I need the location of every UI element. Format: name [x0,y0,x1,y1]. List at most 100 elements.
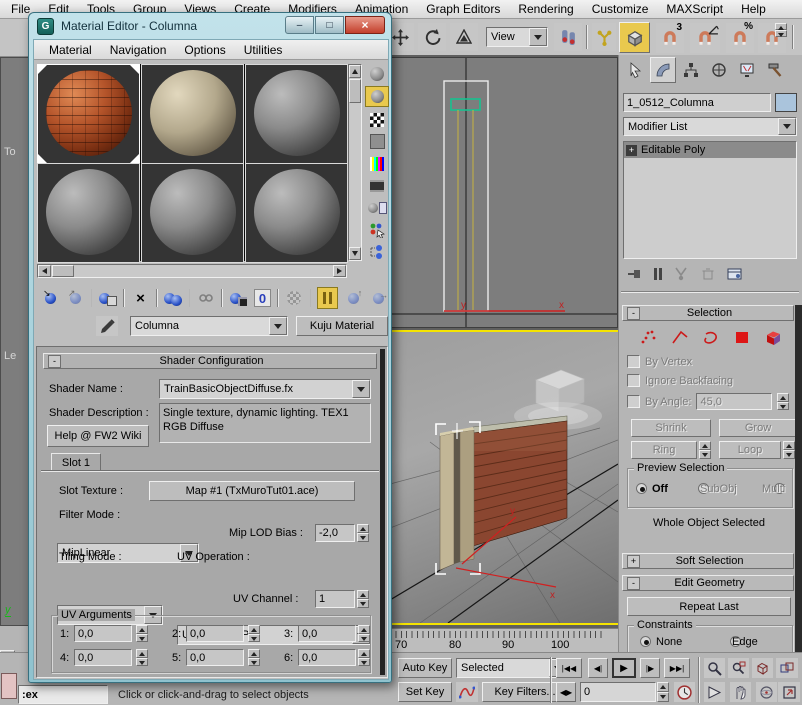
menu-help[interactable]: Help [732,0,775,18]
menu-material[interactable]: Material [40,41,101,59]
select-and-scale-button[interactable] [450,23,478,51]
object-color-swatch[interactable] [775,93,797,112]
key-mode-toggle-button[interactable]: ◀▶ [556,682,576,702]
edge-subobject-icon[interactable] [671,330,689,345]
macro-recorder-field[interactable] [1,673,17,699]
sample-slot-3[interactable] [245,64,348,164]
sample-vscrollbar[interactable] [348,64,362,261]
spinner-snap-toggle-button[interactable] [758,23,786,53]
put-to-library-icon[interactable] [229,288,248,308]
chevron-down-icon[interactable] [269,317,287,335]
polygon-subobject-icon[interactable] [733,330,751,345]
current-frame-field[interactable]: 0 [580,682,656,702]
material-editor-titlebar[interactable]: G Material Editor - Columna – □ × [29,13,391,39]
uv-arg-3-spinner[interactable] [358,625,370,642]
field-of-view-button[interactable] [704,682,725,702]
menu-customize[interactable]: Customize [583,0,658,18]
make-material-copy-icon[interactable] [164,288,183,308]
command-panel-scrollbar[interactable] [795,305,802,655]
edit-geometry-rollout-header[interactable]: - Edit Geometry [622,575,794,591]
stack-item-editable-poly[interactable]: + Editable Poly [624,142,796,158]
make-preview-icon[interactable] [366,176,388,195]
previous-frame-button[interactable]: ◀| [588,658,608,678]
material-name-dropdown[interactable]: Columna [130,316,288,336]
grow-button[interactable]: Grow [719,419,797,437]
border-subobject-icon[interactable] [702,330,720,345]
material-type-button[interactable]: Kuju Material [296,316,388,336]
help-fw2-wiki-button[interactable]: Help @ FW2 Wiki [47,425,149,447]
auto-key-button[interactable]: Auto Key [398,658,452,678]
element-subobject-icon[interactable] [764,330,782,345]
uv-channel-spinner[interactable] [357,590,369,608]
time-configuration-button[interactable] [674,682,695,702]
material-id-channel-icon[interactable]: 0 [254,289,271,307]
close-button[interactable]: × [345,16,385,34]
pin-stack-icon[interactable] [627,267,643,281]
sample-slot-5[interactable] [141,163,244,263]
loop-spinner[interactable] [783,441,795,459]
assign-material-to-selection-icon[interactable] [98,288,117,308]
preview-off-radio[interactable] [636,483,647,494]
viewport-top-view[interactable]: y x [388,57,618,328]
vertex-subobject-icon[interactable] [640,330,658,345]
ring-button[interactable]: Ring [631,441,697,459]
slot-texture-button[interactable]: Map #1 (TxMuroTut01.ace) [149,481,355,501]
angle-snap-toggle-button[interactable] [690,23,720,53]
material-map-navigator-icon[interactable] [366,242,388,261]
pan-button[interactable] [730,682,751,702]
maximize-viewport-toggle-button[interactable] [778,682,800,702]
go-to-end-button[interactable]: ▶▶| [664,658,690,678]
chevron-down-icon[interactable] [352,380,370,398]
uv-arg-4-field[interactable]: 0,0 [74,649,132,666]
get-material-icon[interactable]: ↘ [41,288,60,308]
uv-arg-5-field[interactable]: 0,0 [186,649,244,666]
ring-spinner[interactable] [699,441,711,459]
snaps-toggle-button[interactable] [619,22,650,53]
modifier-stack-list[interactable]: + Editable Poly [623,141,797,259]
shrink-button[interactable]: Shrink [631,419,711,437]
tab-modify[interactable] [650,57,676,83]
params-scrollbar[interactable] [380,349,385,675]
sample-slot-1-active[interactable] [37,64,140,164]
loop-button[interactable]: Loop [719,441,781,459]
go-to-start-button[interactable]: |◀◀ [556,658,582,678]
ignore-backfacing-checkbox[interactable] [627,374,640,387]
zoom-extents-button[interactable] [752,658,773,678]
key-filters-curve-button[interactable] [456,682,478,702]
by-angle-field[interactable]: 45,0 [696,393,772,410]
chevron-down-icon[interactable] [778,118,796,135]
menu-options[interactable]: Options [175,41,234,59]
modifier-list-dropdown[interactable]: Modifier List [623,117,797,136]
named-selection-sets-button[interactable] [554,23,582,51]
mip-lod-bias-field[interactable]: -2,0 [315,524,355,542]
uv-arg-5-spinner[interactable] [248,649,260,666]
vscroll-thumb[interactable] [349,79,361,103]
mip-lod-bias-spinner[interactable] [357,524,369,542]
uv-arg-3-field[interactable]: 0,0 [298,625,356,642]
zoom-button[interactable] [704,658,725,678]
backlight-icon[interactable] [365,86,389,107]
snaps-toggle-3-button[interactable]: 3 [656,23,684,53]
by-angle-spinner[interactable] [777,393,789,410]
go-forward-to-sibling-icon[interactable]: → [369,288,388,308]
constraints-none-radio[interactable] [640,636,651,647]
show-end-result-icon[interactable] [317,287,338,309]
uv-arg-2-spinner[interactable] [248,625,260,642]
tab-hierarchy[interactable] [678,57,704,83]
sample-slot-6[interactable] [245,163,348,263]
maxscript-mini-listener[interactable]: :ex [18,685,108,704]
uv-arg-1-spinner[interactable] [136,625,148,642]
expand-icon[interactable]: + [627,555,640,568]
select-and-manipulate-button[interactable] [592,23,616,51]
menu-maxscript[interactable]: MAXScript [657,0,732,18]
collapse-icon[interactable]: - [627,307,640,320]
repeat-last-button[interactable]: Repeat Last [627,597,791,616]
chevron-down-icon[interactable] [529,28,547,46]
tab-motion[interactable] [706,57,732,83]
sample-type-icon[interactable] [366,64,388,83]
menu-graph-editors[interactable]: Graph Editors [417,0,509,18]
tab-display[interactable] [734,57,760,83]
stack-expand-icon[interactable]: + [626,145,637,156]
sample-hscrollbar[interactable] [37,264,347,278]
zoom-all-button[interactable] [728,658,749,678]
